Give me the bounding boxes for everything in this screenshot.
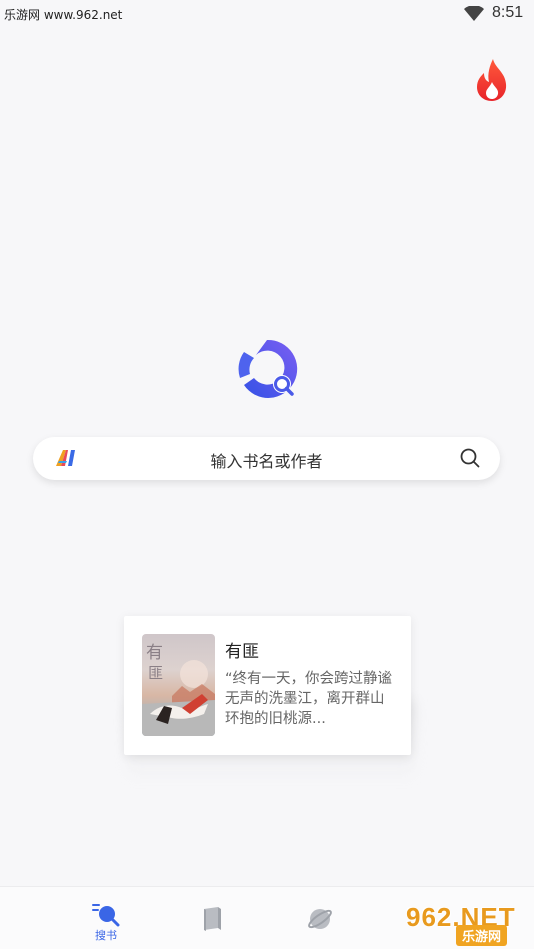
nav-item-bookshelf[interactable] xyxy=(173,887,253,949)
book-title[interactable]: 有匪 xyxy=(225,637,259,662)
nav-item-discover[interactable] xyxy=(280,887,360,949)
search-input[interactable]: 输入书名或作者 xyxy=(33,448,500,472)
flame-icon[interactable] xyxy=(473,58,511,102)
book-cover[interactable]: 有 匪 xyxy=(142,634,215,736)
planet-icon xyxy=(308,909,332,929)
watermark-logo: 962.NET 乐游网 xyxy=(398,902,532,946)
watermark-text: 乐游网 www.962.net xyxy=(4,8,123,22)
app-logo-icon xyxy=(238,339,298,398)
cover-title-char-2: 匪 xyxy=(148,664,163,682)
wifi-icon xyxy=(464,6,484,21)
book-description: “终有一天，你会跨过静谧无声的洗墨江，离开群山环抱的旧桃源... xyxy=(225,671,393,727)
nav-item-search-books[interactable]: 搜书 xyxy=(66,887,146,949)
search-icon[interactable] xyxy=(459,447,481,469)
clock: 8:51 xyxy=(492,4,524,21)
search-bar[interactable]: 输入书名或作者 xyxy=(33,437,500,480)
book-cover-illustration: 有 匪 xyxy=(142,643,215,736)
cover-title-char-1: 有 xyxy=(146,643,163,663)
nav-label-search-books: 搜书 xyxy=(95,929,117,942)
watermark-sub-text: 乐游网 xyxy=(456,925,508,946)
book-icon xyxy=(204,907,221,931)
search-book-icon xyxy=(92,904,120,927)
book-recommendation-card[interactable]: 有 匪 有匪 “终有一天，你会跨过静谧无声的洗墨江，离开群山环抱的旧桃源... xyxy=(124,616,411,755)
status-bar: 乐游网 www.962.net 8:51 xyxy=(0,0,534,28)
